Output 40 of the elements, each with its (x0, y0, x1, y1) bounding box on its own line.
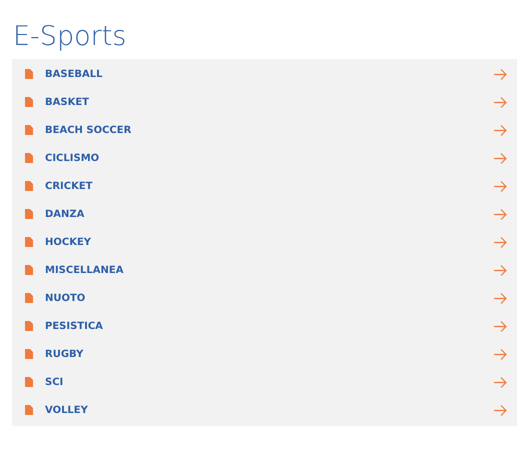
category-link[interactable]: BASEBALL (45, 68, 494, 80)
arrow-right-icon[interactable] (494, 68, 507, 80)
document-icon (25, 69, 33, 79)
category-link[interactable]: DANZA (45, 208, 494, 220)
category-link[interactable]: CRICKET (45, 180, 494, 192)
document-icon (25, 265, 33, 275)
document-icon (25, 237, 33, 247)
document-icon (25, 405, 33, 415)
document-icon (25, 97, 33, 107)
arrow-right-icon[interactable] (494, 404, 507, 416)
arrow-right-icon[interactable] (494, 180, 507, 192)
page-title: E-Sports (13, 20, 128, 54)
arrow-right-icon[interactable] (494, 320, 507, 332)
arrow-right-icon[interactable] (494, 264, 507, 276)
category-link[interactable]: BASKET (45, 96, 494, 108)
document-icon (25, 125, 33, 135)
category-link[interactable]: CICLISMO (45, 152, 494, 164)
category-link[interactable]: BEACH SOCCER (45, 124, 494, 136)
category-link[interactable]: NUOTO (45, 292, 494, 304)
arrow-right-icon[interactable] (494, 208, 507, 220)
arrow-right-icon[interactable] (494, 124, 507, 136)
category-link[interactable]: RUGBY (45, 348, 494, 360)
document-icon (25, 181, 33, 191)
document-icon (25, 321, 33, 331)
document-icon (25, 377, 33, 387)
arrow-right-icon[interactable] (494, 376, 507, 388)
document-icon (25, 293, 33, 303)
arrow-right-icon[interactable] (494, 292, 507, 304)
category-link[interactable]: MISCELLANEA (45, 264, 494, 276)
document-icon (25, 209, 33, 219)
arrow-right-icon[interactable] (494, 236, 507, 248)
arrow-right-icon[interactable] (494, 96, 507, 108)
document-icon (25, 153, 33, 163)
category-link[interactable]: HOCKEY (45, 236, 494, 248)
arrow-right-icon[interactable] (494, 152, 507, 164)
category-link[interactable]: PESISTICA (45, 320, 494, 332)
category-link[interactable]: SCI (45, 376, 494, 388)
arrow-right-icon[interactable] (494, 348, 507, 360)
category-link[interactable]: VOLLEY (45, 404, 494, 416)
document-icon (25, 349, 33, 359)
